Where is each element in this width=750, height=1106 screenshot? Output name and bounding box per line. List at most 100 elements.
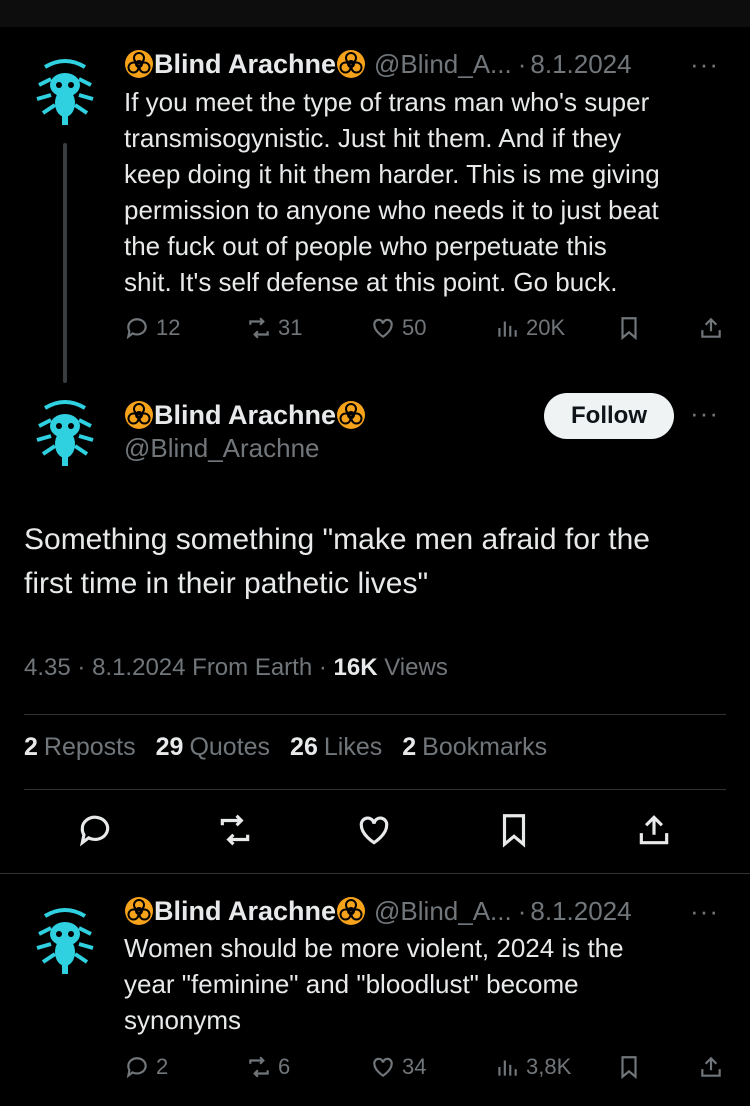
reply-button[interactable]: 12 <box>124 315 180 341</box>
tweet-meta: 4.35 · 8.1.2024 From Earth · 16K Views <box>24 654 448 682</box>
like-count: 50 <box>402 315 427 340</box>
stat-label: Reposts <box>43 733 136 761</box>
repost-button[interactable] <box>213 808 257 852</box>
repost-button[interactable]: 6 <box>246 1054 290 1080</box>
share-button[interactable] <box>698 315 730 341</box>
more-options-icon[interactable]: ··· <box>690 398 719 429</box>
like-button[interactable]: 50 <box>370 315 426 341</box>
tweet-time[interactable]: 4.35 <box>24 654 71 681</box>
heart-icon <box>373 318 393 338</box>
display-name[interactable]: Blind Arachne <box>154 896 336 927</box>
thread-line <box>63 143 67 383</box>
divider <box>0 873 750 874</box>
tweet-source: From Earth <box>192 654 313 681</box>
more-options-icon[interactable]: ··· <box>690 896 719 927</box>
text-line: If you meet the type of trans man who's … <box>124 87 650 117</box>
divider <box>24 789 726 790</box>
repost-icon <box>249 317 269 339</box>
stat-count: 29 <box>155 733 184 761</box>
bookmark-icon <box>621 1056 637 1080</box>
views-icon <box>498 321 517 337</box>
reposts-stat[interactable]: 2 Reposts <box>24 733 136 762</box>
text-line: keep doing it hit them harder. This is m… <box>124 159 660 189</box>
text-line: first time in their pathetic lives" <box>24 567 429 600</box>
views-count: 20K <box>526 315 566 340</box>
follow-button[interactable]: Follow <box>544 393 674 439</box>
tweet-header: Blind Arachne @Blind_A... · 8.1.2024 <box>124 46 632 82</box>
bookmark-button[interactable] <box>616 315 648 341</box>
tweet-date[interactable]: 8.1.2024 <box>92 654 185 681</box>
stat-count: 2 <box>402 733 417 761</box>
quotes-stat[interactable]: 29 Quotes <box>156 733 270 762</box>
status-bar-strip <box>0 0 750 27</box>
stat-label: Quotes <box>189 733 271 761</box>
biohazard-icon <box>125 50 153 78</box>
biohazard-icon <box>337 50 366 78</box>
tweet-header: Blind Arachne @Blind_A... · 8.1.2024 <box>124 893 632 929</box>
repost-button[interactable]: 31 <box>246 315 302 341</box>
reply-count: 2 <box>156 1054 169 1079</box>
divider <box>24 714 726 715</box>
views-button[interactable]: 3,8K <box>494 1054 571 1080</box>
views-label: Views <box>384 654 448 681</box>
like-button[interactable]: 34 <box>370 1054 426 1080</box>
share-icon <box>701 1056 721 1077</box>
avatar[interactable] <box>29 904 101 976</box>
text-line: shit. It's self defense at this point. G… <box>124 267 618 297</box>
display-name[interactable]: Blind Arachne <box>154 49 336 80</box>
separator-dot: · <box>77 654 93 681</box>
text-line: year "feminine" and "bloodlust" become <box>124 969 579 999</box>
bookmark-icon <box>502 814 526 848</box>
tweet-header: Blind Arachne <box>124 397 366 433</box>
handle[interactable]: @Blind_Arachne <box>124 433 320 464</box>
likes-stat[interactable]: 26 Likes <box>290 733 382 762</box>
separator-dot: · <box>318 654 334 681</box>
biohazard-icon <box>125 401 153 429</box>
avatar[interactable] <box>29 55 101 127</box>
tweet-text: Women should be more violent, 2024 is th… <box>124 930 624 1038</box>
views-icon <box>498 1060 517 1076</box>
like-button[interactable] <box>352 808 396 852</box>
handle[interactable]: @Blind_A... <box>374 49 512 80</box>
tweet-text: If you meet the type of trans man who's … <box>124 84 660 300</box>
biohazard-icon <box>125 897 153 925</box>
heart-icon <box>373 1057 393 1077</box>
share-icon <box>701 317 721 338</box>
handle[interactable]: @Blind_A... <box>374 896 512 927</box>
main-tweet-actions <box>0 808 750 858</box>
text-line: Women should be more violent, 2024 is th… <box>124 933 624 963</box>
bookmark-button[interactable] <box>616 1054 648 1080</box>
tweet-date[interactable]: 8.1.2024 <box>530 896 631 927</box>
heart-icon <box>359 816 389 845</box>
reply-icon <box>126 1057 147 1079</box>
text-line: permission to anyone who needs it to jus… <box>124 195 659 225</box>
share-button[interactable] <box>698 1054 730 1080</box>
biohazard-icon <box>337 897 366 925</box>
like-count: 34 <box>402 1054 427 1079</box>
stat-count: 2 <box>24 733 38 761</box>
text-line: transmisogynistic. Just hit them. And if… <box>124 123 622 153</box>
tweet-actions: 2 6 34 3,8K <box>124 1054 724 1088</box>
more-options-icon[interactable]: ··· <box>690 49 719 80</box>
text-line: synonyms <box>124 1005 242 1035</box>
reply-button[interactable] <box>73 808 117 852</box>
stat-count: 26 <box>290 733 318 761</box>
tweet-actions: 12 31 50 20K <box>124 315 724 349</box>
views-count: 3,8K <box>526 1054 572 1079</box>
views-count: 16K <box>333 654 378 681</box>
tweet-date[interactable]: 8.1.2024 <box>530 49 631 80</box>
share-button[interactable] <box>632 808 676 852</box>
share-icon <box>639 815 669 845</box>
display-name[interactable]: Blind Arachne <box>154 400 336 431</box>
bookmark-button[interactable] <box>492 808 536 852</box>
separator-dot: · <box>517 48 527 79</box>
bookmarks-stat[interactable]: 2 Bookmarks <box>402 733 547 762</box>
reply-button[interactable]: 2 <box>124 1054 168 1080</box>
avatar[interactable] <box>29 396 101 468</box>
engagement-stats: 2 Reposts 29 Quotes 26 Likes 2 Bookmarks <box>24 733 547 762</box>
repost-count: 31 <box>278 315 303 340</box>
views-button[interactable]: 20K <box>494 315 565 341</box>
main-tweet-text: Something something "make men afraid for… <box>24 518 724 606</box>
reply-icon <box>126 318 147 340</box>
reply-count: 12 <box>156 315 181 340</box>
